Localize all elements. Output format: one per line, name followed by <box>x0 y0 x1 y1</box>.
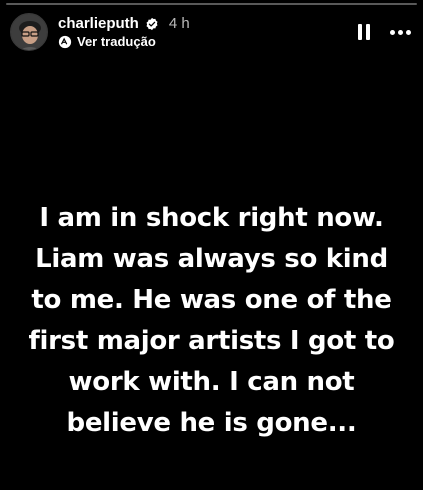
story-text: I am in shock right now. Liam was always… <box>0 198 423 444</box>
story-line: to me. He was one of the <box>31 285 392 315</box>
pause-icon[interactable] <box>358 23 370 41</box>
story-controls <box>358 23 413 41</box>
translate-icon <box>58 35 72 48</box>
profile-photo-icon <box>11 14 47 50</box>
profile-avatar[interactable] <box>10 13 48 51</box>
story-line: work with. I can not <box>68 367 355 397</box>
translate-link[interactable]: Ver tradução <box>77 34 156 49</box>
story-line: I am in shock right now. <box>39 203 384 233</box>
story-header: charlieputh 4 h Ver tradução <box>10 10 413 54</box>
story-line: believe he is gone... <box>66 408 357 438</box>
username[interactable]: charlieputh <box>58 15 139 32</box>
post-time: 4 h <box>168 15 190 32</box>
story-meta: charlieputh 4 h Ver tradução <box>58 15 190 49</box>
more-options-icon[interactable] <box>390 29 411 35</box>
story-viewer: charlieputh 4 h Ver tradução I am in sho… <box>0 0 423 490</box>
translate-row[interactable]: Ver tradução <box>58 34 190 49</box>
verified-badge-icon <box>146 17 158 30</box>
story-line: Liam was always so kind <box>35 244 388 274</box>
story-progress-bar <box>6 3 417 5</box>
story-line: first major artists I got to <box>28 326 395 356</box>
username-row: charlieputh 4 h <box>58 15 190 32</box>
